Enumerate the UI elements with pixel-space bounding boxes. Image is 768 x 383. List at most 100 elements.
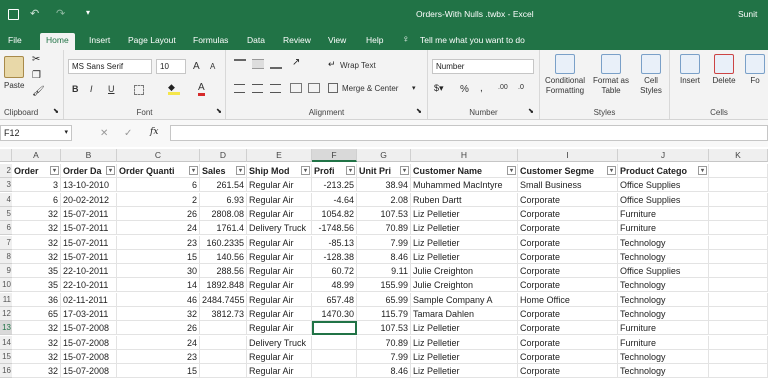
table-cell[interactable]: 13-10-2010	[61, 178, 117, 193]
filter-dropdown-icon[interactable]: ▾	[236, 166, 245, 175]
filter-dropdown-icon[interactable]: ▾	[507, 166, 516, 175]
save-icon[interactable]	[8, 9, 19, 20]
filter-dropdown-icon[interactable]: ▾	[106, 166, 115, 175]
table-cell[interactable]: 15-07-2011	[61, 235, 117, 250]
table-cell[interactable]: 2	[117, 192, 200, 207]
table-cell[interactable]: 32	[12, 321, 61, 336]
table-cell[interactable]: 32	[12, 221, 61, 236]
font-color-button[interactable]: A	[198, 82, 205, 96]
table-cell[interactable]: Regular Air	[247, 235, 312, 250]
table-cell[interactable]: Delivery Truck	[247, 221, 312, 236]
table-cell[interactable]: 9.11	[357, 264, 411, 279]
copy-icon[interactable]: ❐	[32, 70, 41, 81]
table-cell[interactable]: 48.99	[312, 278, 357, 293]
user-name[interactable]: Sunit	[738, 9, 757, 19]
empty-cell[interactable]	[709, 235, 768, 250]
wrap-text-button[interactable]: Wrap Text	[340, 61, 376, 70]
confirm-entry-icon[interactable]: ✓	[124, 128, 132, 139]
table-cell[interactable]: 32	[117, 307, 200, 321]
row-header[interactable]: 9	[0, 264, 12, 279]
table-header-cell[interactable]: Order Quanti ▾	[117, 164, 200, 178]
table-cell[interactable]: Corporate	[518, 364, 618, 379]
table-cell[interactable]: Office Supplies	[618, 192, 709, 207]
table-cell[interactable]: 26	[117, 206, 200, 221]
table-header-cell[interactable]: Unit Pri ▾	[357, 164, 411, 178]
table-header-cell[interactable]: Profi ▾	[312, 164, 357, 178]
comma-button[interactable]: ,	[480, 83, 483, 94]
table-cell[interactable]: Liz Pelletier	[411, 221, 518, 236]
table-cell[interactable]: 3812.73	[200, 307, 247, 321]
table-cell[interactable]: -1748.56	[312, 221, 357, 236]
underline-button[interactable]: U	[108, 84, 115, 94]
orientation-icon[interactable]: ↗	[292, 57, 300, 68]
table-cell[interactable]: 2.08	[357, 192, 411, 207]
table-cell[interactable]: 155.99	[357, 278, 411, 293]
paste-icon[interactable]	[4, 56, 24, 78]
table-cell[interactable]: 32	[12, 335, 61, 350]
table-cell[interactable]: Corporate	[518, 335, 618, 350]
font-name-select[interactable]: MS Sans Serif	[68, 59, 152, 74]
table-cell[interactable]: 15-07-2011	[61, 206, 117, 221]
table-cell[interactable]: 32	[12, 206, 61, 221]
empty-cell[interactable]	[709, 335, 768, 350]
table-cell[interactable]: Corporate	[518, 321, 618, 336]
percent-button[interactable]: %	[460, 84, 469, 95]
column-header-f[interactable]: F	[312, 149, 357, 162]
table-cell[interactable]: Liz Pelletier	[411, 321, 518, 336]
table-cell[interactable]	[200, 321, 247, 336]
table-cell[interactable]	[200, 349, 247, 364]
table-cell[interactable]: Muhammed MacIntyre	[411, 178, 518, 193]
table-cell[interactable]: 24	[117, 335, 200, 350]
shrink-font-button[interactable]: A	[210, 62, 215, 71]
table-cell[interactable]: Technology	[618, 235, 709, 250]
table-cell[interactable]: 38.94	[357, 178, 411, 193]
table-cell[interactable]: 30	[117, 264, 200, 279]
table-cell[interactable]: Regular Air	[247, 349, 312, 364]
row-header[interactable]: 15	[0, 349, 12, 364]
row-header[interactable]: 7	[0, 235, 12, 250]
tab-insert[interactable]: Insert	[83, 33, 116, 50]
table-cell[interactable]: 6	[117, 178, 200, 193]
table-cell[interactable]: 60.72	[312, 264, 357, 279]
filter-dropdown-icon[interactable]: ▾	[189, 166, 198, 175]
table-cell[interactable]: 7.99	[357, 235, 411, 250]
row-header[interactable]: 16	[0, 364, 12, 379]
table-cell[interactable]: Liz Pelletier	[411, 335, 518, 350]
table-cell[interactable]: 32	[12, 235, 61, 250]
table-cell[interactable]: 23	[117, 235, 200, 250]
table-cell[interactable]: Corporate	[518, 249, 618, 264]
table-cell[interactable]: Small Business	[518, 178, 618, 193]
empty-cell[interactable]	[709, 249, 768, 264]
table-cell[interactable]: 46	[117, 292, 200, 307]
table-cell[interactable]: 107.53	[357, 321, 411, 336]
table-cell[interactable]: Furniture	[618, 321, 709, 336]
empty-cell[interactable]	[709, 321, 768, 336]
bold-button[interactable]: B	[72, 84, 79, 94]
table-cell[interactable]: -85.13	[312, 235, 357, 250]
name-box-dropdown-icon[interactable]: ▾	[64, 128, 68, 136]
cut-icon[interactable]: ✂	[32, 54, 40, 65]
table-cell[interactable]: Liz Pelletier	[411, 249, 518, 264]
table-cell[interactable]: Corporate	[518, 278, 618, 293]
table-cell[interactable]: 288.56	[200, 264, 247, 279]
table-cell[interactable]: 1470.30	[312, 307, 357, 321]
row-header[interactable]: 4	[0, 192, 12, 207]
empty-cell[interactable]	[709, 364, 768, 379]
table-cell[interactable]: Tamara Dahlen	[411, 307, 518, 321]
active-cell[interactable]	[312, 321, 357, 336]
empty-cell[interactable]	[709, 178, 768, 193]
row-header[interactable]: 11	[0, 292, 12, 307]
wrap-text-icon[interactable]: ↵	[328, 59, 336, 70]
empty-cell[interactable]	[709, 349, 768, 364]
format-painter-icon[interactable]: 🖌	[32, 86, 45, 97]
italic-button[interactable]: I	[90, 84, 93, 94]
table-cell[interactable]: Ruben Dartt	[411, 192, 518, 207]
table-header-cell[interactable]: Sales ▾	[200, 164, 247, 178]
table-cell[interactable]: Furniture	[618, 221, 709, 236]
filter-dropdown-icon[interactable]: ▾	[607, 166, 616, 175]
empty-cell[interactable]	[709, 206, 768, 221]
table-cell[interactable]: 6	[12, 192, 61, 207]
tab-formulas[interactable]: Formulas	[187, 33, 234, 50]
align-right-icon[interactable]	[270, 84, 281, 93]
table-cell[interactable]: 160.2335	[200, 235, 247, 250]
